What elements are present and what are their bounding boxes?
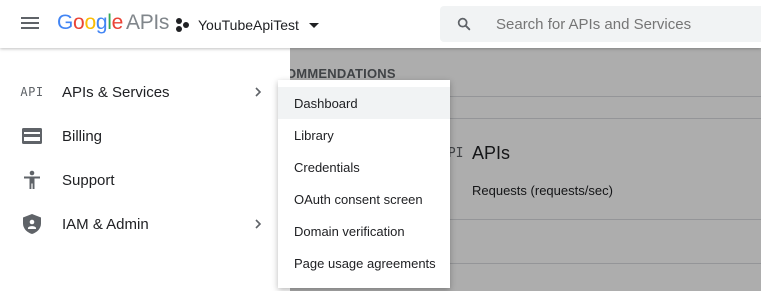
project-selector[interactable]: YouTubeApiTest bbox=[176, 15, 319, 35]
sidebar-item-support[interactable]: Support bbox=[0, 158, 290, 202]
project-name: YouTubeApiTest bbox=[198, 17, 299, 33]
submenu-item-page-usage-agreements[interactable]: Page usage agreements bbox=[278, 247, 450, 279]
chevron-down-icon bbox=[308, 22, 319, 28]
logo-apis-text: APIs bbox=[125, 11, 170, 34]
sidebar-item-billing[interactable]: Billing bbox=[0, 114, 290, 158]
chevron-right-icon bbox=[255, 87, 262, 97]
submenu-item-domain-verification[interactable]: Domain verification bbox=[278, 215, 450, 247]
api-icon: API bbox=[20, 85, 44, 99]
submenu-item-library[interactable]: Library bbox=[278, 119, 450, 151]
billing-icon bbox=[20, 124, 44, 148]
submenu-item-credentials[interactable]: Credentials bbox=[278, 151, 450, 183]
search-bar[interactable] bbox=[440, 6, 761, 42]
google-apis-logo[interactable]: Google APIs bbox=[57, 11, 169, 35]
sidebar-item-label: Support bbox=[62, 171, 115, 189]
main-menu-icon[interactable] bbox=[18, 14, 42, 34]
sidebar-item-label: IAM & Admin bbox=[62, 215, 149, 233]
shield-icon bbox=[20, 212, 44, 236]
sidebar-item-apis-services[interactable]: API APIs & Services bbox=[0, 70, 290, 114]
sidebar-item-label: APIs & Services bbox=[62, 83, 170, 101]
support-icon bbox=[20, 168, 44, 192]
top-app-bar: Google APIs YouTubeApiTest bbox=[0, 0, 761, 48]
search-icon[interactable] bbox=[440, 6, 488, 42]
project-icon bbox=[176, 18, 190, 32]
submenu-item-dashboard[interactable]: Dashboard bbox=[278, 87, 450, 119]
submenu-item-oauth-consent-screen[interactable]: OAuth consent screen bbox=[278, 183, 450, 215]
sidebar-item-label: Billing bbox=[62, 127, 103, 145]
navigation-drawer: API APIs & Services Billing Support IAM … bbox=[0, 48, 290, 291]
chevron-right-icon bbox=[255, 219, 262, 229]
sidebar-item-iam-admin[interactable]: IAM & Admin bbox=[0, 202, 290, 246]
apis-services-submenu: Dashboard Library Credentials OAuth cons… bbox=[278, 80, 450, 288]
search-input[interactable] bbox=[496, 15, 756, 33]
